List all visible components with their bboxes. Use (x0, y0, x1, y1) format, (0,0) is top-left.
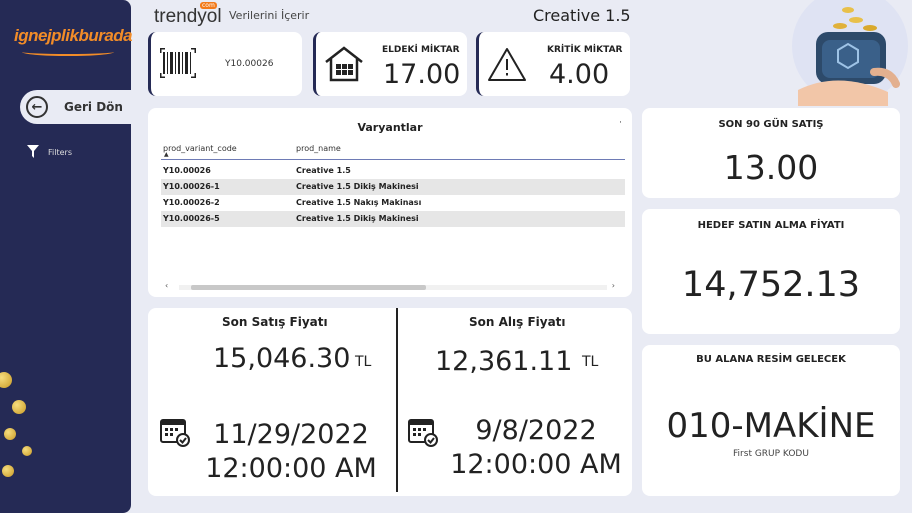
logo-swoosh (22, 48, 114, 56)
stock-card: ELDEKİ MİKTAR 17.00 (313, 32, 467, 96)
warning-icon (488, 48, 526, 81)
scroll-right-icon[interactable]: › (612, 281, 615, 290)
cell-variant-code: Y10.00026-5 (163, 214, 220, 223)
calendar-check-icon (408, 419, 438, 447)
sales-90-days-value: 13.00 (723, 148, 819, 187)
last-purchase-time: 12:00:00 AM (450, 448, 622, 480)
target-price-label: HEDEF SATIN ALMA FİYATI (697, 220, 845, 231)
filters-label: Filters (48, 147, 72, 157)
product-group-caption: First GRUP KODU (733, 449, 809, 459)
column-header-product-name[interactable]: prod_name (296, 144, 341, 153)
product-group-card: BU ALANA RESİM GELECEK 010-MAKİNE First … (642, 345, 900, 496)
last-purchase-price-label: Son Alış Fiyatı (469, 315, 566, 329)
sales-90-days-label: SON 90 GÜN SATIŞ (718, 119, 824, 130)
horizontal-scrollbar[interactable]: ‹ › (161, 281, 625, 291)
header-description: Verilerini İçerir (229, 9, 310, 22)
critical-value: 4.00 (549, 59, 610, 90)
sidebar: ignejplikburada ← Geri Dön Filters (0, 0, 133, 513)
variant-code-card: Y10.00026 (148, 32, 302, 96)
cell-variant-code: Y10.00026 (163, 166, 211, 175)
coin-decoration (0, 372, 12, 388)
cell-variant-code: Y10.00026-1 (163, 182, 220, 191)
coin-decoration (4, 428, 16, 440)
last-purchase-date: 9/8/2022 (475, 415, 597, 446)
target-price-card: HEDEF SATIN ALMA FİYATI 14,752.13 (642, 209, 900, 334)
scrollbar-thumb[interactable] (191, 285, 426, 290)
wallet-illustration (792, 0, 908, 106)
sort-ascending-icon: ▲ (164, 151, 169, 158)
product-group-value: 010-MAKİNE (666, 406, 876, 446)
table-title: Varyantlar (357, 121, 423, 134)
last-sale-price-label: Son Satış Fiyatı (222, 315, 328, 329)
coin-decoration (12, 400, 26, 414)
brand-badge: com (200, 2, 217, 9)
back-button[interactable]: ← Geri Dön (20, 90, 132, 124)
cell-product-name: Creative 1.5 Dikiş Makinesi (296, 214, 419, 223)
back-button-label: Geri Dön (64, 100, 123, 114)
critical-stock-card: KRİTİK MİKTAR 4.00 (476, 32, 630, 96)
last-sale-time: 12:00:00 AM (205, 452, 377, 484)
variants-table-card: Varyantlar · prod_variant_code ▲ prod_na… (148, 108, 632, 297)
scroll-left-icon[interactable]: ‹ (165, 281, 168, 290)
table-row[interactable]: Y10.00026-2 Creative 1.5 Nakış Makinası (161, 195, 625, 211)
coin-decoration (2, 465, 14, 477)
column-header-variant-code[interactable]: prod_variant_code (163, 144, 237, 153)
trendyol-logo: trendyol (154, 6, 222, 27)
target-price-value: 14,752.13 (681, 265, 861, 305)
cell-product-name: Creative 1.5 Dikiş Makinesi (296, 182, 419, 191)
last-sale-date: 11/29/2022 (213, 419, 369, 450)
image-placeholder-label: BU ALANA RESİM GELECEK (696, 354, 846, 365)
last-sale-price-value: 15,046.30 (213, 343, 351, 374)
company-logo: ignejplikburada (14, 26, 133, 45)
prices-divider (396, 308, 398, 492)
sales-90-days-card: SON 90 GÜN SATIŞ 13.00 (642, 108, 900, 198)
calendar-check-icon (160, 419, 190, 447)
table-row[interactable]: Y10.00026-5 Creative 1.5 Dikiş Makinesi (161, 211, 625, 227)
table-row[interactable]: Y10.00026 Creative 1.5 (161, 163, 625, 179)
coin-decoration (22, 446, 32, 456)
filters-button[interactable]: Filters (27, 145, 72, 159)
cell-variant-code: Y10.00026-2 (163, 198, 220, 207)
warehouse-icon (325, 46, 363, 82)
table-row[interactable]: Y10.00026-1 Creative 1.5 Dikiş Makinesi (161, 179, 625, 195)
variant-code-value: Y10.00026 (225, 59, 274, 69)
table-header: prod_variant_code ▲ prod_name (161, 142, 625, 160)
cell-product-name: Creative 1.5 (296, 166, 351, 175)
critical-label: KRİTİK MİKTAR (547, 45, 623, 55)
cell-product-name: Creative 1.5 Nakış Makinası (296, 198, 422, 207)
last-sale-currency: TL (355, 354, 372, 370)
stock-label: ELDEKİ MİKTAR (382, 45, 460, 55)
stock-value: 17.00 (383, 59, 461, 90)
more-options-icon[interactable]: · (619, 118, 622, 128)
last-purchase-datetime: 9/8/2022 12:00:00 AM (450, 414, 622, 482)
arrow-left-icon: ← (26, 96, 48, 118)
last-purchase-price-value: 12,361.11 (435, 346, 573, 377)
filter-icon (27, 145, 39, 158)
barcode-icon (160, 48, 196, 78)
last-sale-datetime: 11/29/2022 12:00:00 AM (205, 418, 377, 486)
last-purchase-currency: TL (582, 354, 599, 370)
page-title: Creative 1.5 (533, 6, 631, 25)
